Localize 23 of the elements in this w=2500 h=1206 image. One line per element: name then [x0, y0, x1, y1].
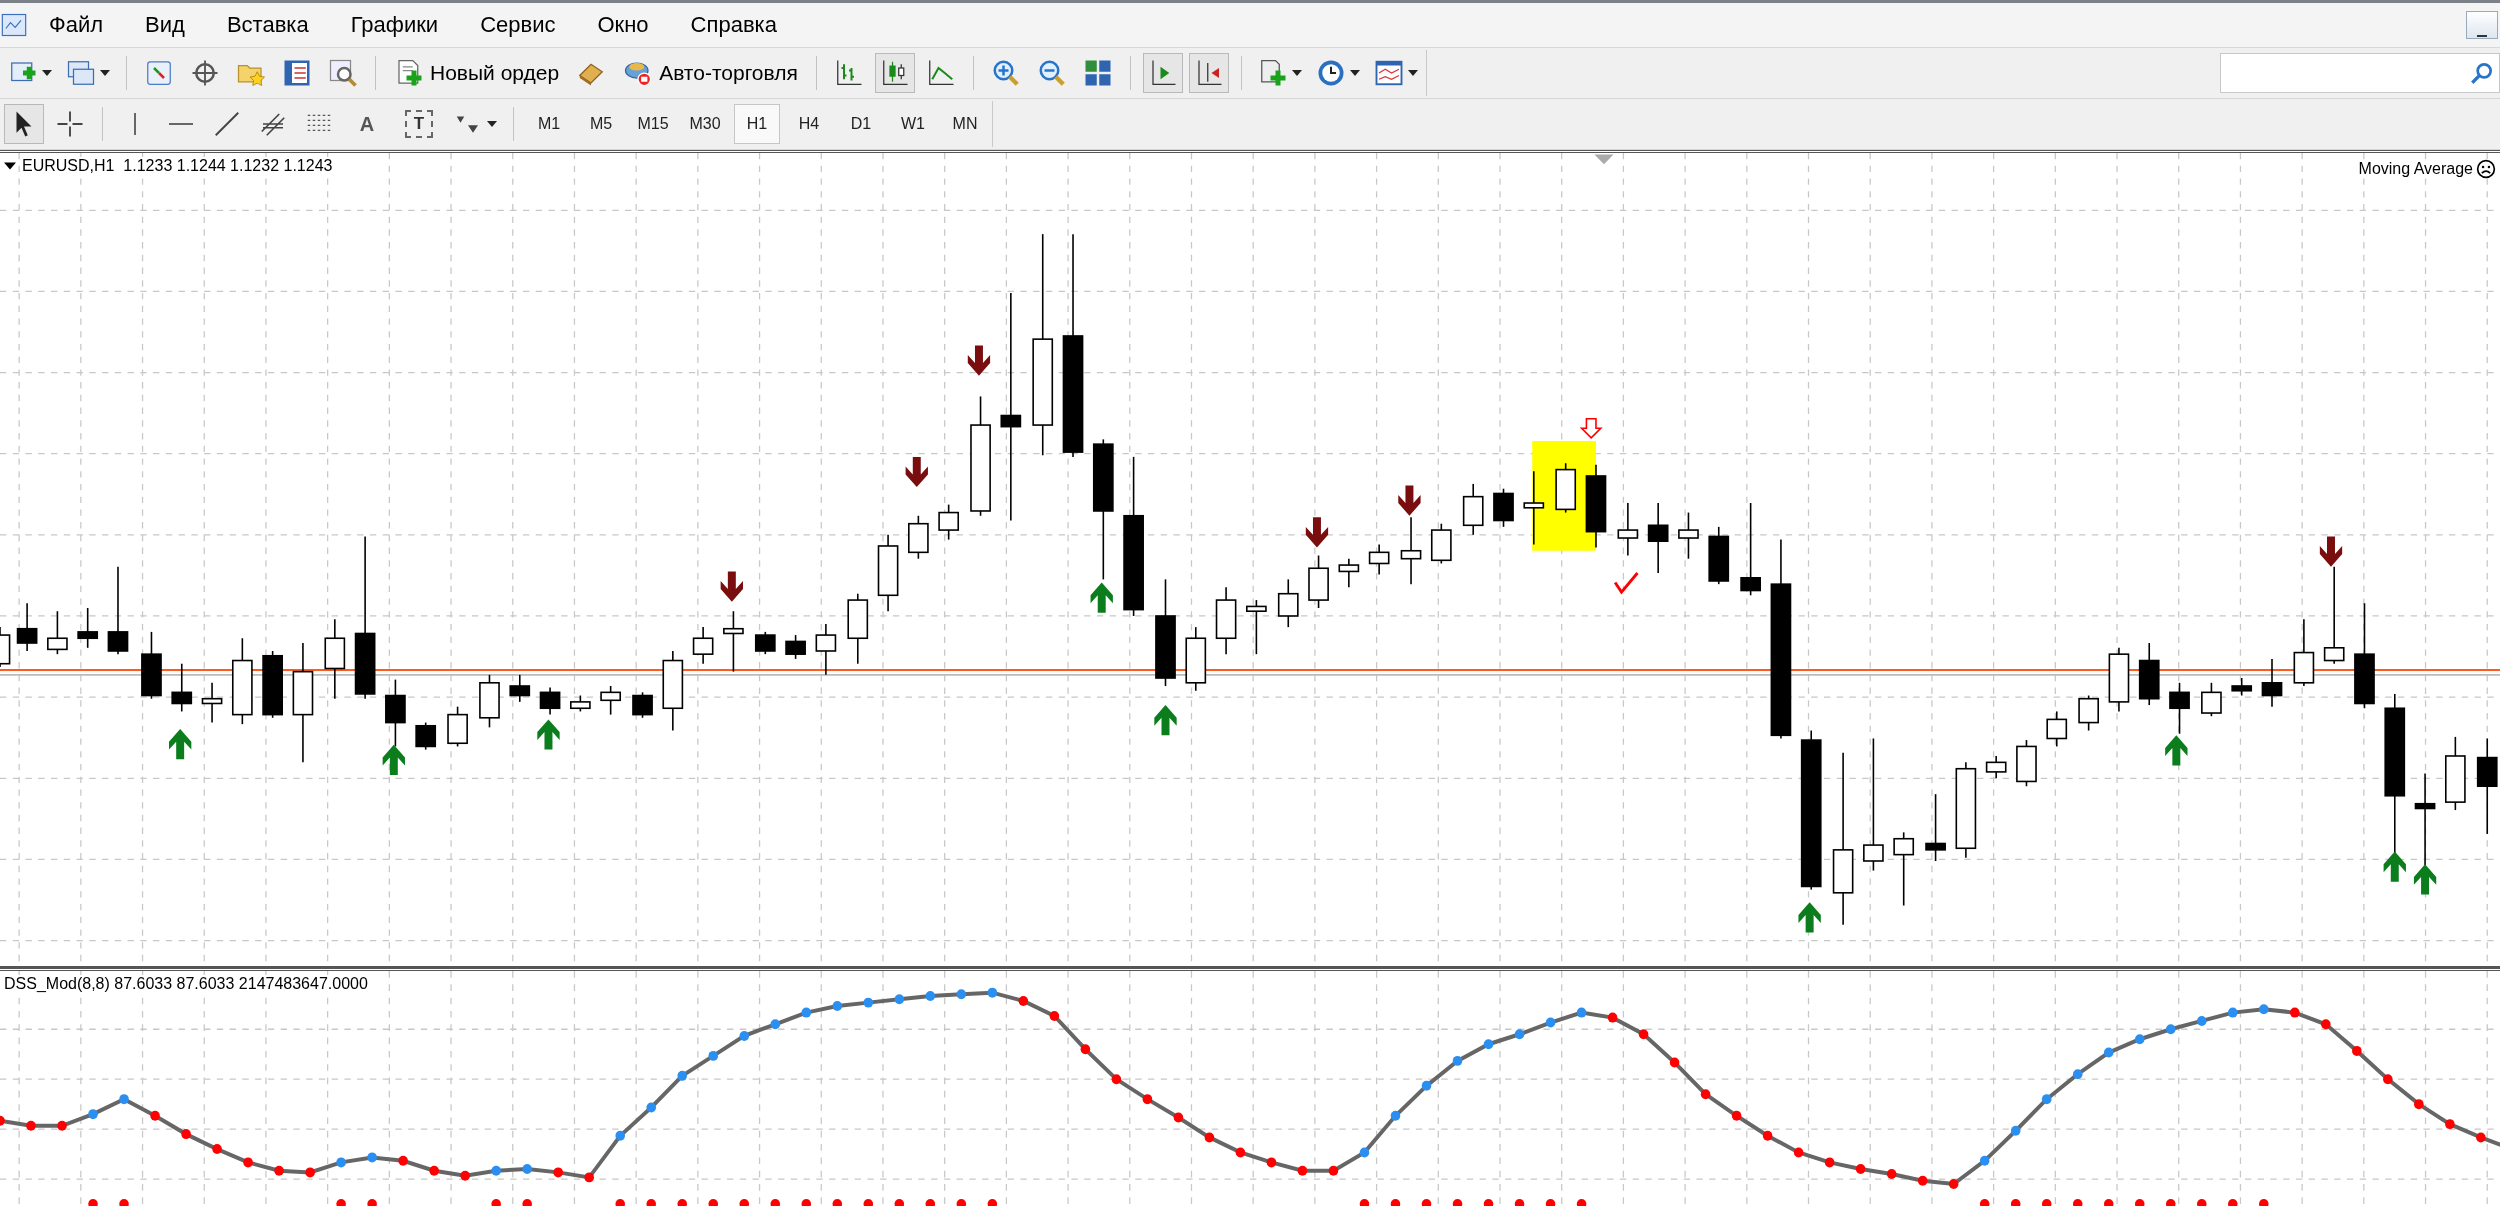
menu-item[interactable]: Файл — [28, 12, 125, 38]
timeframe-button[interactable]: MN — [942, 104, 988, 144]
timeframe-button[interactable]: D1 — [838, 104, 884, 144]
menu-item[interactable]: Графики — [329, 12, 460, 38]
timeframe-button[interactable]: W1 — [890, 104, 936, 144]
indicator-values: DSS_Mod(8,8) 87.6033 87.6033 2147483647.0000 — [4, 975, 368, 993]
indicator-label: Moving Average — [2358, 160, 2473, 178]
new-order-button[interactable]: Новый ордер — [388, 53, 566, 93]
timeframe-button[interactable]: M1 — [526, 104, 572, 144]
menu-item[interactable]: Окно — [576, 12, 670, 38]
menu-item[interactable]: Справка — [669, 12, 798, 38]
timeframe-button[interactable]: M15 — [630, 104, 676, 144]
auto-trading-button[interactable]: Авто-торговля — [617, 53, 804, 93]
menu-item[interactable]: Вид — [124, 12, 206, 38]
menu-item[interactable]: Вставка — [205, 12, 330, 38]
text-label-tool-button[interactable]: T — [405, 110, 433, 138]
timeframe-button[interactable]: H1 — [734, 104, 780, 144]
symbol-info: EURUSD,H1 1.1233 1.1244 1.1232 1.1243 — [22, 157, 333, 175]
timeframe-button[interactable]: M30 — [682, 104, 728, 144]
timeframe-button[interactable]: H4 — [786, 104, 832, 144]
timeframe-button[interactable]: M5 — [578, 104, 624, 144]
menu-item[interactable]: Сервис — [459, 12, 577, 38]
text-tool-button[interactable]: A — [345, 104, 389, 144]
